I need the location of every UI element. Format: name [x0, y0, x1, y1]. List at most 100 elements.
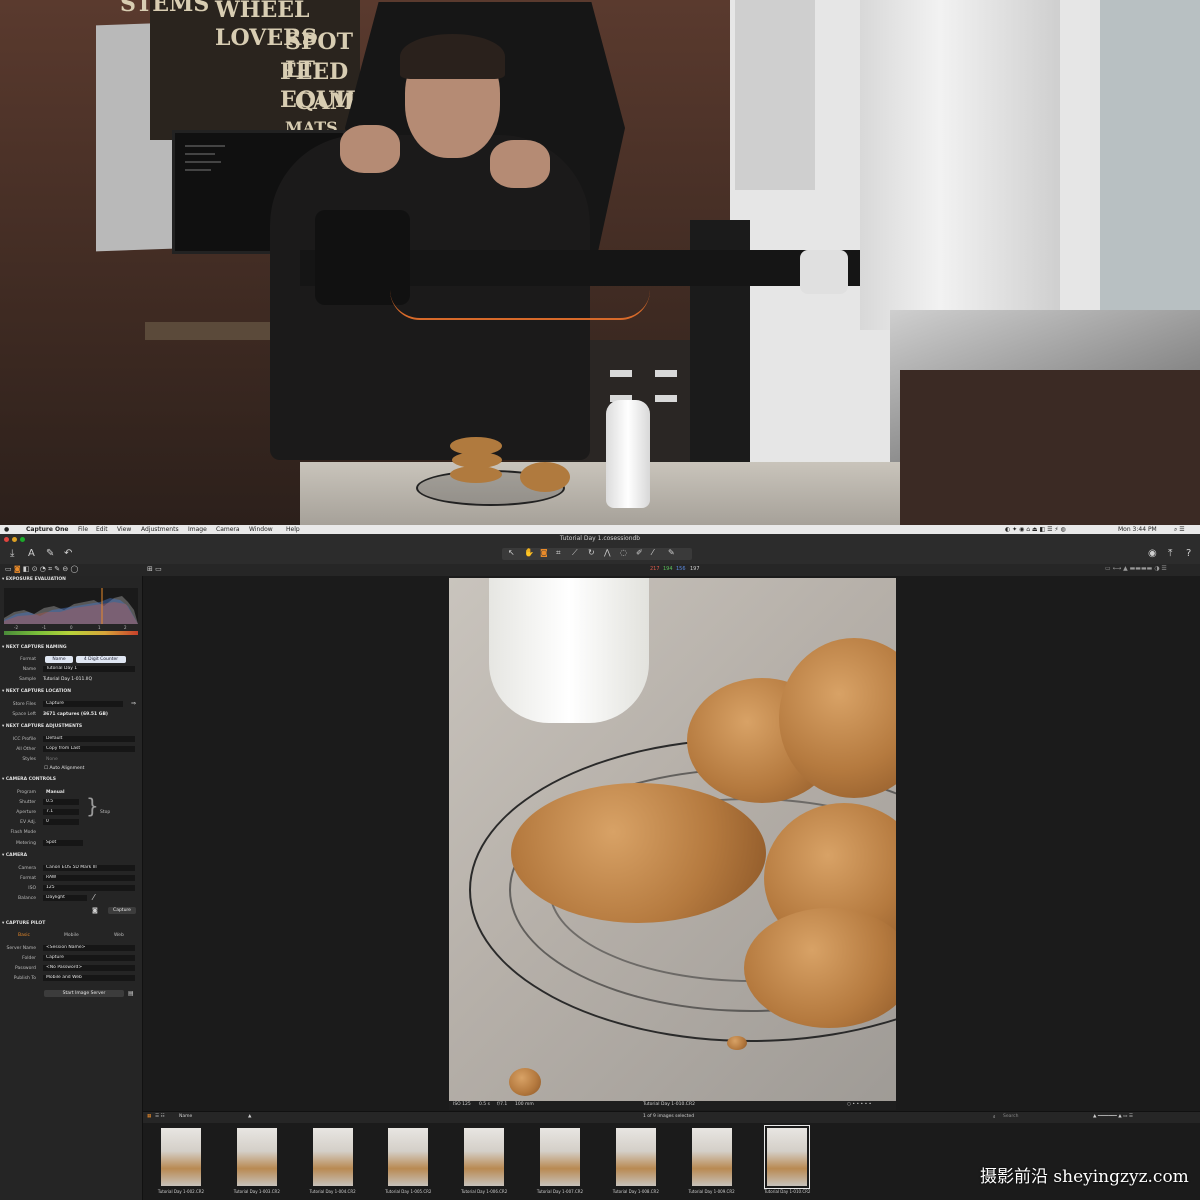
auto-alignment-checkbox[interactable]: ☐ Auto Alignment — [44, 766, 84, 771]
section-next-capture-naming[interactable]: ▾ NEXT CAPTURE NAMING — [2, 645, 138, 652]
section-exposure-evaluation[interactable]: ▾ EXPOSURE EVALUATION — [2, 577, 138, 584]
thumbnail[interactable] — [236, 1128, 277, 1186]
pan-tool-icon[interactable]: ✋ — [524, 548, 534, 557]
thumbnail[interactable] — [464, 1128, 505, 1186]
section-next-capture-adjustments[interactable]: ▾ NEXT CAPTURE ADJUSTMENTS — [2, 724, 138, 731]
camera-icon[interactable]: ◙ — [92, 907, 98, 914]
balance-select[interactable]: Daylight — [43, 895, 87, 901]
arrow-icon[interactable]: ⇒ — [131, 700, 136, 707]
brush-tool-icon[interactable]: ✐ — [636, 548, 643, 557]
folder-select[interactable]: Capture — [43, 955, 135, 961]
picker-tool-icon[interactable]: ⁄ — [652, 548, 653, 557]
icc-profile-label: ICC Profile — [12, 737, 36, 742]
thumbnail[interactable] — [161, 1128, 201, 1186]
keystone-tool-icon[interactable]: ⋀ — [604, 548, 611, 557]
publish-to-select[interactable]: Mobile and Web — [43, 975, 135, 981]
aperture-stepper[interactable]: 7.1 — [43, 809, 79, 815]
section-next-capture-location[interactable]: ▾ NEXT CAPTURE LOCATION — [2, 689, 138, 696]
section-capture-pilot[interactable]: ▾ CAPTURE PILOT — [2, 921, 138, 928]
scale-label: 0 — [70, 625, 73, 630]
list-view-icon[interactable]: ☰ ☷ — [155, 1114, 165, 1119]
menu-help[interactable]: Help — [286, 526, 300, 533]
section-camera-controls[interactable]: ▾ CAMERA CONTROLS — [2, 777, 138, 784]
thumbnail[interactable] — [312, 1128, 353, 1186]
camera-select[interactable]: Canon EOS 5D Mark III — [43, 865, 135, 871]
sort-direction-icon[interactable]: ▲ — [248, 1114, 251, 1119]
camera-label: Camera — [18, 866, 36, 871]
undo-icon[interactable]: ↶ — [64, 548, 72, 559]
menu-file[interactable]: File — [78, 526, 88, 533]
viewer-image[interactable] — [449, 578, 896, 1101]
menu-edit[interactable]: Edit — [96, 526, 108, 533]
tab-mobile[interactable]: Mobile — [64, 933, 79, 938]
menu-camera[interactable]: Camera — [216, 526, 240, 533]
tool-tab-icons[interactable]: ▭ ◙ ◧ ⊙ ◔ ⌗ ✎ ⊖ ◯ — [5, 565, 78, 574]
program-label: Program — [17, 790, 36, 795]
straighten-tool-icon[interactable]: ⟋ — [572, 548, 578, 558]
server-name-field[interactable]: <Session Name> — [43, 945, 135, 951]
text-tool-icon[interactable]: A — [28, 548, 35, 559]
picker-icon[interactable]: ⁄ — [93, 893, 94, 902]
status-icons: ◐ ✦ ◉ ⌂ ⏏ ◧ ☰ ⚡ ◍ — [1005, 526, 1066, 533]
copy-tool-icon[interactable]: ✎ — [668, 548, 675, 557]
iso-select[interactable]: 125 — [43, 885, 135, 891]
thumbnail[interactable] — [615, 1128, 656, 1186]
view-icon[interactable]: ◉ — [1148, 548, 1157, 559]
thumbnail[interactable] — [764, 1125, 811, 1189]
select-tool-icon[interactable]: ↖ — [508, 548, 515, 557]
search-icon[interactable]: ⌕ — [993, 1114, 996, 1120]
thumbnail-view-icon[interactable]: ▦ — [147, 1114, 151, 1119]
menu-view[interactable]: View — [117, 526, 131, 533]
sample-value: Tutorial Day 1-011.IIQ — [43, 677, 92, 682]
scale-label: 1 — [98, 625, 101, 630]
curtain — [860, 0, 1060, 330]
metering-select[interactable]: Spot — [43, 840, 83, 846]
window-pane — [1100, 0, 1200, 310]
thumbnail[interactable] — [540, 1128, 580, 1186]
grid-view-icon[interactable]: ⊞ ▭ — [147, 565, 162, 573]
styles-label: Styles — [22, 757, 36, 762]
password-field[interactable]: <No Password> — [43, 965, 135, 971]
icc-profile-select[interactable]: Default — [43, 736, 135, 742]
import-icon[interactable]: ⤓ — [10, 548, 14, 559]
menu-app[interactable]: Capture One — [26, 526, 68, 533]
name-label: Name — [22, 667, 36, 672]
thumbnail[interactable] — [388, 1128, 429, 1186]
rotate-tool-icon[interactable]: ↻ — [588, 548, 595, 557]
zoom-slider-icons[interactable]: ▭ ⟷ ▲ ▬▬▬▬ ◑ ☰ — [1105, 565, 1167, 572]
menu-adjustments[interactable]: Adjustments — [141, 526, 179, 533]
capture-button[interactable]: Capture — [108, 907, 136, 914]
thumbnail-label: Tutorial Day 1-006.CR2 — [461, 1189, 508, 1194]
tab-basic[interactable]: Basic — [18, 933, 30, 938]
tether-cable — [390, 290, 650, 320]
start-image-server-button[interactable]: Start Image Server — [44, 990, 124, 997]
name-field[interactable]: Tutorial Day 1 — [43, 666, 135, 672]
pen-tool-icon[interactable]: ✎ — [46, 548, 54, 559]
bracket-icon: } — [86, 794, 99, 818]
menu-image[interactable]: Image — [188, 526, 207, 533]
settings-icon[interactable]: ▤ — [128, 990, 134, 997]
store-files-select[interactable]: Capture — [43, 701, 123, 707]
camera-tool-icon[interactable]: ◙ — [540, 548, 548, 557]
rating-stars[interactable]: ○ • • • • • — [847, 1102, 871, 1107]
sort-select[interactable]: Name — [179, 1114, 192, 1119]
styles-value[interactable]: None — [46, 757, 58, 762]
export-icon[interactable]: ⤒ — [1168, 548, 1172, 559]
filter-slider[interactable]: ▲ ━━━━━━━ ▲ ▭ ☰ — [1093, 1114, 1133, 1119]
thumbnail[interactable] — [691, 1128, 732, 1186]
token-name[interactable]: Name — [45, 656, 73, 663]
ev-adj-stepper[interactable]: 0 — [43, 819, 79, 825]
menu-window[interactable]: Window — [249, 526, 273, 533]
search-input[interactable]: Search — [1003, 1114, 1083, 1119]
shutter-stepper[interactable]: 0.5 — [43, 799, 79, 805]
help-icon[interactable]: ? — [1186, 548, 1191, 559]
crop-tool-icon[interactable]: ⌗ — [556, 548, 561, 558]
section-camera[interactable]: ▾ CAMERA — [2, 853, 138, 860]
tab-web[interactable]: Web — [114, 933, 124, 938]
apple-icon[interactable]: ● — [4, 526, 9, 533]
spotlight-icon[interactable]: ⌕ ☰ — [1174, 526, 1185, 534]
mask-tool-icon[interactable]: ◌ — [620, 548, 627, 557]
all-other-select[interactable]: Copy from Last — [43, 746, 135, 752]
token-counter[interactable]: 4 Digit Counter — [76, 656, 126, 663]
format-select[interactable]: RAW — [43, 875, 135, 881]
